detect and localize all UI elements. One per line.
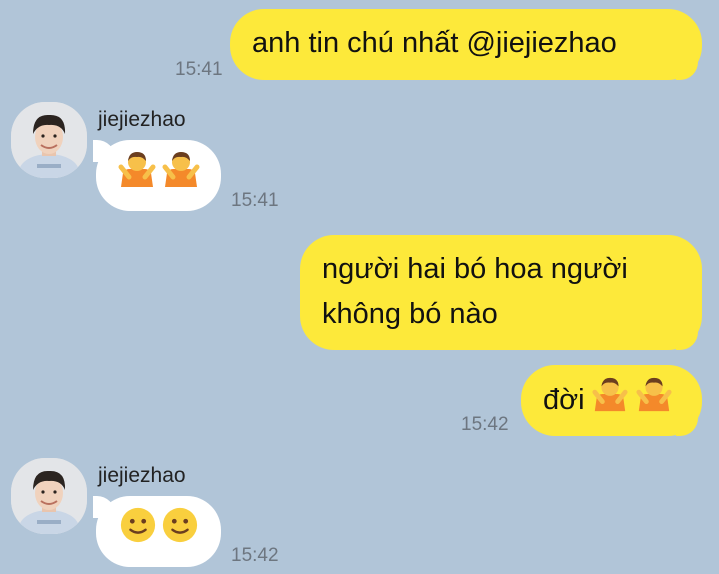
avatar[interactable] [11,102,87,178]
message-timestamp: 15:42 [231,545,279,566]
message-text: đời [543,384,585,416]
message-text-line: không bó nào [322,298,498,330]
message-text: anh tin chú nhất @jiejiezhao [252,27,617,59]
message-timestamp: 15:41 [231,190,279,211]
sender-name: jiejiezhao [98,464,186,487]
avatar[interactable] [11,458,87,534]
outgoing-message-bubble[interactable]: đời [521,365,702,436]
message-text-line: người hai bó hoa người [322,253,628,285]
person-gesturing-no-icon [161,149,201,202]
incoming-message-bubble[interactable] [96,496,221,567]
outgoing-message-bubble[interactable]: người hai bó hoa người không bó nào [300,235,702,350]
person-gesturing-no-icon [591,375,629,427]
message-timestamp: 15:42 [461,414,509,435]
outgoing-message-bubble[interactable]: anh tin chú nhất @jiejiezhao [230,9,702,80]
incoming-message-bubble[interactable] [96,140,221,211]
person-gesturing-no-icon [117,149,157,202]
slightly-smiling-face-icon [161,506,199,557]
avatar-image [11,102,87,178]
slightly-smiling-face-icon [119,506,157,557]
sender-name: jiejiezhao [98,108,186,131]
message-timestamp: 15:41 [175,59,223,80]
avatar-image [11,458,87,534]
person-gesturing-no-icon [635,375,673,427]
